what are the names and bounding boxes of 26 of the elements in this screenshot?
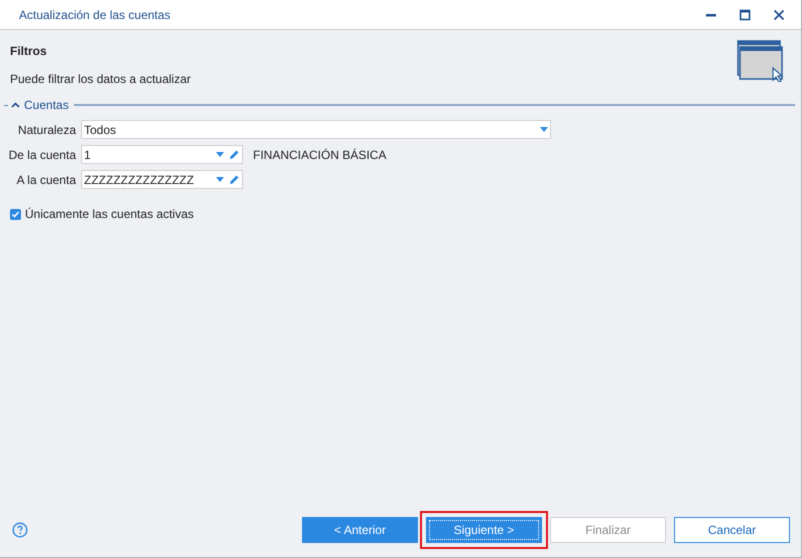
pencil-icon[interactable] <box>229 174 240 185</box>
window-title: Actualización de las cuentas <box>19 6 170 24</box>
account-field[interactable]: 1 <box>81 145 243 164</box>
select-field[interactable]: Todos <box>81 120 551 139</box>
account-description: FINANCIACIÓN BÁSICA <box>253 146 386 164</box>
section-subtitle: Puede filtrar los datos a actualizar <box>10 71 191 88</box>
close-icon[interactable] <box>773 8 785 20</box>
help-icon[interactable] <box>12 522 28 538</box>
dropdown-arrow-icon <box>540 127 548 132</box>
group-toggle[interactable]: Cuentas <box>8 96 72 114</box>
field-label: Naturaleza <box>16 122 77 138</box>
chevron-icon <box>11 102 20 108</box>
check-icon <box>11 210 20 218</box>
field-label: De la cuenta <box>8 146 77 164</box>
pencil-icon[interactable] <box>229 149 240 160</box>
section-title: Filtros <box>10 43 48 60</box>
field-label: A la cuenta <box>16 172 77 188</box>
wizard-button[interactable]: Cancelar <box>674 517 790 543</box>
dropdown-arrow-icon <box>216 177 224 182</box>
active-accounts-checkbox[interactable]: Únicamente las cuentas activas <box>10 205 801 223</box>
wizard-button[interactable]: < Anterior <box>302 517 418 543</box>
maximize-icon[interactable] <box>739 8 751 20</box>
dropdown-arrow-icon <box>216 152 224 157</box>
account-field[interactable]: ZZZZZZZZZZZZZZZ <box>81 170 243 189</box>
wizard-button[interactable]: Siguiente > <box>426 517 542 543</box>
window-pointer-icon <box>737 40 785 82</box>
